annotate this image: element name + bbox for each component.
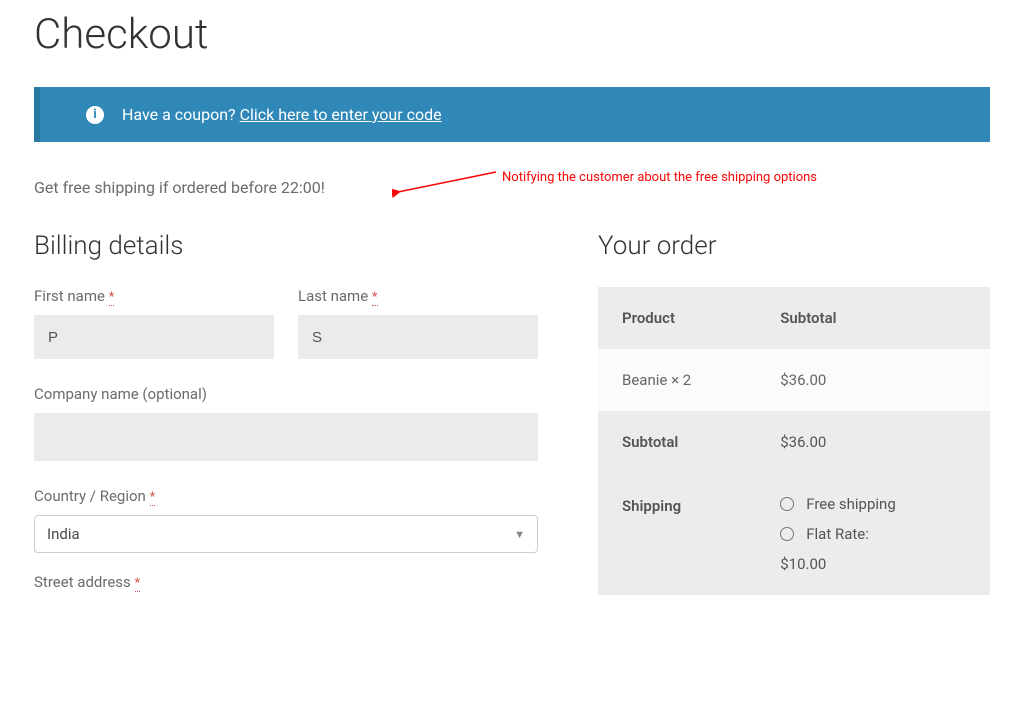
coupon-notice-prefix: Have a coupon? <box>122 105 240 124</box>
annotation-arrow-icon <box>392 166 502 200</box>
order-item-name: Beanie × 2 <box>622 371 780 389</box>
shipping-flat-label: Flat Rate: <box>806 525 869 543</box>
order-subtotal-row: Subtotal $36.00 <box>598 411 990 473</box>
order-shipping-row: Shipping Free shipping Flat Rate: $10.00 <box>598 473 990 595</box>
first-name-input[interactable] <box>34 315 274 359</box>
order-item-price: $36.00 <box>780 371 966 389</box>
subtotal-value: $36.00 <box>780 433 966 451</box>
company-input[interactable] <box>34 413 538 461</box>
last-name-input[interactable] <box>298 315 538 359</box>
company-label: Company name (optional) <box>34 385 538 403</box>
shipping-option-free[interactable]: Free shipping <box>780 495 966 513</box>
first-name-label: First name * <box>34 287 274 305</box>
shipping-option-flat[interactable]: Flat Rate: <box>780 525 966 543</box>
header-subtotal: Subtotal <box>780 309 966 327</box>
header-product: Product <box>622 309 780 327</box>
radio-icon <box>780 527 794 541</box>
country-select[interactable]: India ▼ <box>34 515 538 553</box>
order-title: Your order <box>598 231 990 261</box>
last-name-label: Last name * <box>298 287 538 305</box>
info-icon: i <box>86 106 104 124</box>
radio-icon <box>780 497 794 511</box>
billing-title: Billing details <box>34 231 538 261</box>
order-header-row: Product Subtotal <box>598 287 990 349</box>
enter-coupon-link[interactable]: Click here to enter your code <box>240 105 442 124</box>
country-label: Country / Region * <box>34 487 538 505</box>
street-address-label: Street address * <box>34 573 538 591</box>
annotation-text: Notifying the customer about the free sh… <box>502 170 817 185</box>
promo-row: Get free shipping if ordered before 22:0… <box>34 178 990 197</box>
subtotal-label: Subtotal <box>622 433 780 451</box>
free-shipping-promo: Get free shipping if ordered before 22:0… <box>34 178 325 197</box>
order-summary-table: Product Subtotal Beanie × 2 $36.00 Subto… <box>598 287 990 595</box>
country-selected-value: India <box>47 525 80 543</box>
shipping-label: Shipping <box>622 495 780 573</box>
chevron-down-icon: ▼ <box>514 528 525 541</box>
coupon-notice: i Have a coupon? Click here to enter you… <box>34 87 990 142</box>
page-title: Checkout <box>34 10 990 59</box>
shipping-free-label: Free shipping <box>806 495 896 513</box>
shipping-flat-price: $10.00 <box>780 555 966 573</box>
order-item-row: Beanie × 2 $36.00 <box>598 349 990 411</box>
